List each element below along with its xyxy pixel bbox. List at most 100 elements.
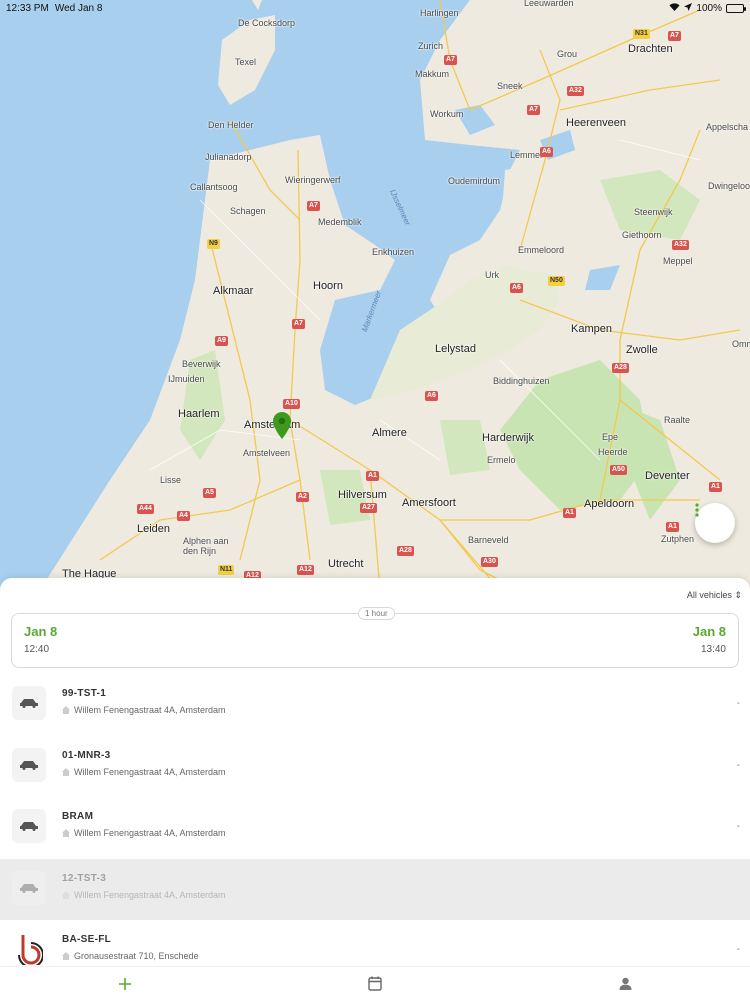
place-apeldoorn: Apeldoorn — [584, 498, 635, 510]
road-shield: N11 — [218, 565, 235, 575]
road-shield: A12 — [297, 565, 314, 575]
tab-profile[interactable] — [500, 967, 750, 1000]
place-den-helder: Den Helder — [208, 120, 254, 130]
place-wieringerwerf: Wieringerwerf — [285, 175, 341, 185]
place-kampen: Kampen — [571, 323, 612, 335]
tab-add[interactable] — [0, 967, 250, 1000]
road-shield: A7 — [292, 319, 305, 329]
place-heerde: Heerde — [598, 447, 628, 457]
status-date: Wed Jan 8 — [54, 2, 103, 14]
road-shield: A1 — [666, 522, 679, 532]
place-raalte: Raalte — [664, 415, 691, 425]
home-icon — [62, 952, 70, 960]
car-icon — [12, 747, 46, 782]
road-shield: A6 — [540, 147, 553, 157]
place-zurich: Zurich — [418, 41, 444, 51]
road-shield: N31 — [633, 29, 650, 39]
place-almere: Almere — [372, 427, 407, 439]
location-pin-icon[interactable] — [273, 412, 291, 442]
road-shield: A1 — [563, 508, 576, 518]
place-epe: Epe — [602, 432, 619, 442]
place-barneveld: Barneveld — [468, 535, 509, 545]
road-shield: N50 — [548, 276, 565, 286]
sort-arrows-icon: ⇕ — [734, 590, 742, 600]
place-steenwijk: Steenwijk — [634, 207, 673, 217]
place-julianadorp: Julianadorp — [205, 152, 252, 162]
place-alphen: Alphen aan den Rijn — [183, 536, 229, 556]
map-view[interactable]: De Cocksdorp Texel Den Helder Julianador… — [0, 0, 750, 590]
place-meppel: Meppel — [663, 256, 693, 266]
vehicle-row[interactable]: 01-MNR-3 Willem Fenengastraat 4A, Amster… — [0, 736, 750, 798]
road-shield: A28 — [397, 546, 414, 556]
place-zutphen: Zutphen — [661, 534, 695, 544]
vehicle-row-unavailable[interactable]: 12-TST-3 Willem Fenengastraat 4A, Amster… — [0, 858, 750, 920]
place-texel: Texel — [235, 57, 257, 67]
place-hilversum: Hilversum — [338, 489, 387, 501]
tab-bar — [0, 966, 750, 1000]
tab-calendar[interactable] — [250, 967, 500, 1000]
place-ijmuiden: IJmuiden — [168, 374, 205, 384]
road-shield: A1 — [709, 482, 722, 492]
vehicle-address: Willem Fenengastraat 4A, Amsterdam — [74, 766, 226, 777]
road-shield: A5 — [203, 488, 216, 498]
vehicle-status: - — [736, 759, 740, 771]
place-dwingeloo: Dwingeloo — [708, 181, 750, 191]
vehicle-address: Willem Fenengastraat 4A, Amsterdam — [74, 889, 226, 900]
start-date[interactable]: Jan 8 — [24, 624, 57, 639]
place-callantsoog: Callantsoog — [190, 182, 238, 192]
vehicle-plate: 99-TST-1 — [62, 688, 107, 699]
vehicle-sheet: All vehicles ⇕ 1 hour Jan 8 12:40 Jan 8 … — [0, 578, 750, 966]
battery-percent: 100% — [696, 2, 722, 14]
vehicle-row[interactable]: BRAM Willem Fenengastraat 4A, Amsterdam … — [0, 797, 750, 859]
duration-badge: 1 hour — [358, 607, 395, 620]
vehicle-plate: 01-MNR-3 — [62, 749, 111, 761]
place-appelscha: Appelscha — [706, 122, 749, 132]
status-time: 12:33 PM — [6, 2, 49, 14]
place-hoorn: Hoorn — [313, 280, 343, 292]
road-shield: A27 — [360, 503, 377, 513]
vehicle-address-line: Willem Fenengastraat 4A, Amsterdam — [62, 705, 226, 715]
place-drachten: Drachten — [628, 43, 673, 55]
end-date[interactable]: Jan 8 — [693, 624, 726, 639]
place-de-cocksdorp: De Cocksdorp — [238, 18, 296, 28]
start-time[interactable]: 12:40 — [24, 644, 49, 655]
date-range-selector[interactable]: 1 hour Jan 8 12:40 Jan 8 13:40 — [11, 607, 739, 668]
road-shield: A2 — [296, 492, 309, 502]
vehicle-row[interactable]: 99-TST-1 Willem Fenengastraat 4A, Amster… — [0, 674, 750, 736]
place-lisse: Lisse — [160, 475, 182, 485]
place-lemmer: Lemmer — [510, 150, 544, 160]
vehicle-filter-dropdown[interactable]: All vehicles ⇕ — [687, 590, 742, 601]
road-shield: A32 — [567, 86, 584, 96]
place-ommen: Omm — [732, 339, 750, 349]
vehicle-address-line: Gronausestraat 710, Enschede — [62, 951, 199, 961]
place-workum: Workum — [430, 109, 464, 119]
road-shield: A32 — [672, 240, 689, 250]
vehicle-address-line: Willem Fenengastraat 4A, Amsterdam — [62, 890, 226, 900]
place-deventer: Deventer — [645, 470, 690, 482]
home-icon — [62, 706, 70, 714]
place-urk: Urk — [485, 270, 499, 280]
vehicle-status: - — [736, 698, 740, 709]
road-shield: A50 — [610, 465, 627, 475]
place-alkmaar: Alkmaar — [213, 285, 254, 297]
calendar-icon — [368, 976, 382, 991]
place-harderwijk: Harderwijk — [482, 432, 534, 444]
road-shield: A10 — [283, 399, 300, 409]
place-emmeloord: Emmeloord — [518, 245, 565, 255]
vehicle-plate: BRAM — [62, 811, 94, 822]
place-lelystad: Lelystad — [435, 343, 476, 355]
place-biddinghuizen: Biddinghuizen — [493, 376, 550, 386]
place-ermelo: Ermelo — [487, 455, 516, 465]
place-enkhuizen: Enkhuizen — [372, 247, 415, 257]
road-shield: A7 — [668, 31, 681, 41]
end-time[interactable]: 13:40 — [701, 644, 726, 655]
road-shield: A1 — [366, 471, 379, 481]
car-icon — [12, 809, 46, 843]
vehicle-address-line: Willem Fenengastraat 4A, Amsterdam — [62, 767, 226, 777]
brand-logo-icon — [12, 932, 46, 966]
map-options-button[interactable] — [695, 503, 735, 543]
road-shield: A6 — [425, 391, 438, 401]
place-amersfoort: Amersfoort — [402, 497, 456, 509]
vehicle-address: Willem Fenengastraat 4A, Amsterdam — [74, 828, 226, 838]
road-shield: A7 — [444, 55, 457, 65]
